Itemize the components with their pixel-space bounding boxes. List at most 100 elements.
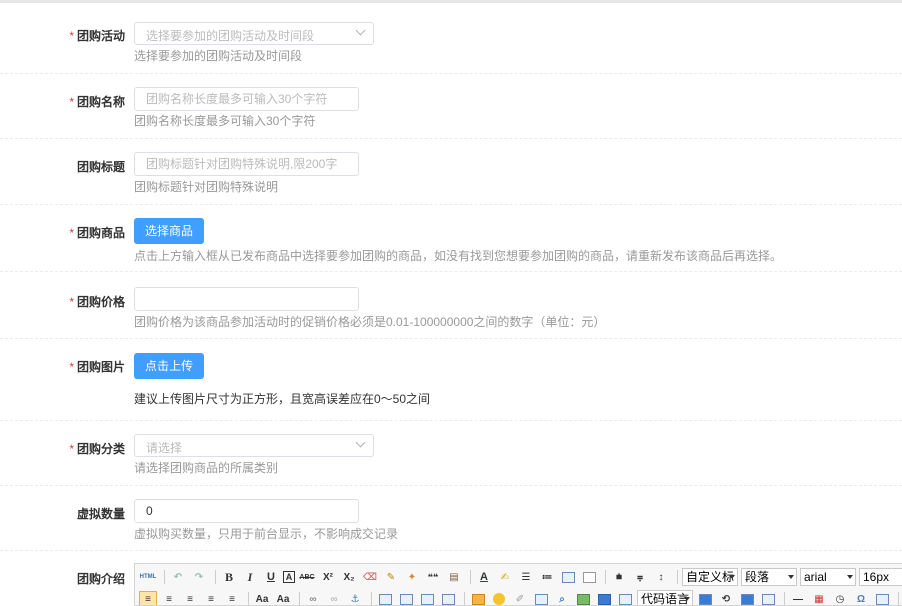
frame-box <box>618 593 632 605</box>
auto-format-icon[interactable]: ✦ <box>403 569 421 585</box>
font-family-select[interactable]: arial <box>800 568 856 586</box>
image-center-icon[interactable] <box>439 591 457 605</box>
video-box <box>534 593 548 605</box>
font-size-value: 16px <box>863 570 890 584</box>
subscript-icon[interactable]: X₂ <box>340 569 358 585</box>
price-input[interactable] <box>134 287 359 311</box>
bold-icon[interactable]: B <box>220 569 238 585</box>
link-icon[interactable]: ∞ <box>304 591 322 605</box>
superscript-icon[interactable]: X² <box>319 569 337 585</box>
search-replace-icon[interactable] <box>759 591 777 605</box>
line-height-icon[interactable]: ↕ <box>652 569 670 585</box>
indent-icon[interactable]: ≡ <box>139 591 157 605</box>
select-all-icon[interactable] <box>559 569 577 585</box>
activity-select[interactable]: 选择要参加的团购活动及时间段 <box>134 22 374 45</box>
custom-style-select[interactable]: 自定义标 <box>682 568 738 586</box>
ordered-list-icon[interactable]: ☰ <box>517 569 535 585</box>
goods-row: * 团购商品 选择商品 点击上方输入框从已发布商品中选择要参加团购的商品，如没有找… <box>0 205 902 272</box>
format-brush-icon[interactable]: ✎ <box>382 569 400 585</box>
text-direction-icon[interactable]: Aa <box>253 591 271 605</box>
align-justify-icon[interactable]: ≡ <box>223 591 241 605</box>
toolbar-row-1: HTML ↶ ↷ B I U A ABC X² X₂ ⌫ ✎ ✦ ❝❝ ▤ A … <box>135 566 902 588</box>
toolbar-separator <box>248 592 249 605</box>
italic-icon[interactable]: I <box>241 569 259 585</box>
paste-plain-icon[interactable]: ▤ <box>445 569 463 585</box>
toolbar-separator <box>784 592 785 605</box>
font-color-icon[interactable]: A <box>475 569 493 585</box>
background-icon[interactable] <box>738 591 756 605</box>
emotion-icon[interactable] <box>490 591 508 605</box>
clear-doc-box <box>582 571 596 583</box>
blockquote-icon[interactable]: ❝❝ <box>424 569 442 585</box>
strikethrough-icon[interactable]: ABC <box>298 569 316 585</box>
horizontal-rule-icon[interactable]: — <box>789 591 807 605</box>
page-break-icon[interactable] <box>696 591 714 605</box>
spechars-icon[interactable]: Ω <box>852 591 870 605</box>
code-language-value: 代码语言 <box>641 592 690 606</box>
title-input[interactable] <box>134 152 359 176</box>
redo-icon[interactable]: ↷ <box>190 569 208 585</box>
activity-hint: 选择要参加的团购活动及时间段 <box>134 49 303 63</box>
highlight-color-icon[interactable]: ✍ <box>496 569 514 585</box>
price-label: * 团购价格 <box>0 293 125 310</box>
image-float-left-icon[interactable] <box>397 591 415 605</box>
align-right-icon[interactable]: ≡ <box>202 591 220 605</box>
category-hint: 请选择团购商品的所属类别 <box>134 461 279 475</box>
date-icon[interactable]: ▦ <box>810 591 828 605</box>
required-mark: * <box>69 226 74 240</box>
code-language-select[interactable]: 代码语言 <box>637 590 693 606</box>
html-icon[interactable]: HTML <box>139 569 157 585</box>
paragraph-select[interactable]: 段落 <box>741 568 797 586</box>
price-row: * 团购价格 团购价格为该商品参加活动时的促销价格必须是0.01-10000000… <box>0 272 902 339</box>
category-select[interactable]: 请选择 <box>134 434 374 457</box>
underline-icon[interactable]: U <box>262 569 280 585</box>
image-float-none-icon[interactable] <box>376 591 394 605</box>
virtual-row: 虚拟数量 虚拟购买数量，只用于前台显示，不影响成交记录 <box>0 486 902 551</box>
eraser-icon[interactable]: ⌫ <box>361 569 379 585</box>
dropdown-arrow-icon <box>729 575 735 579</box>
price-hint: 团购价格为该商品参加活动时的促销价格必须是0.01-100000000之间的数字… <box>134 315 606 329</box>
float-box <box>420 593 434 605</box>
insert-video-icon[interactable] <box>532 591 550 605</box>
font-size-select[interactable]: 16px <box>859 568 902 586</box>
activity-select-placeholder: 选择要参加的团购活动及时间段 <box>146 29 315 43</box>
anchor-icon[interactable]: ⚓ <box>346 591 364 605</box>
attachment-icon[interactable]: ⌕ <box>553 591 571 605</box>
map-icon[interactable] <box>574 591 592 605</box>
gmap-icon[interactable] <box>595 591 613 605</box>
font-family-value: arial <box>804 570 827 584</box>
goods-label-text: 团购商品 <box>76 226 125 240</box>
toolbar-separator <box>470 570 471 584</box>
select-goods-button[interactable]: 选择商品 <box>134 218 205 244</box>
time-icon[interactable]: ◷ <box>831 591 849 605</box>
unordered-list-icon[interactable]: ≔ <box>538 569 556 585</box>
row-spacing-bottom-icon[interactable]: ⩦ <box>631 569 649 585</box>
toolbar-separator <box>299 592 300 605</box>
align-left-icon[interactable]: ≡ <box>160 591 178 605</box>
image-float-right-icon[interactable] <box>418 591 436 605</box>
template-icon[interactable]: ⟲ <box>717 591 735 605</box>
case-icon[interactable]: Aa <box>274 591 292 605</box>
name-input[interactable] <box>134 87 359 111</box>
activity-row: * 团购活动 选择要参加的团购活动及时间段 选择要参加的团购活动及时间段 <box>0 3 902 74</box>
virtual-quantity-input[interactable] <box>134 499 359 523</box>
align-center-icon[interactable]: ≡ <box>181 591 199 605</box>
unlink-icon[interactable]: ∞ <box>325 591 343 605</box>
undo-icon[interactable]: ↶ <box>169 569 187 585</box>
virtual-hint: 虚拟购买数量，只用于前台显示，不影响成交记录 <box>134 527 399 541</box>
float-box <box>378 593 392 605</box>
simple-upload-icon[interactable] <box>469 591 487 605</box>
insert-frame-icon[interactable] <box>616 591 634 605</box>
row-spacing-top-icon[interactable]: ⩧ <box>610 569 628 585</box>
wordimage-icon[interactable] <box>873 591 891 605</box>
dropdown-arrow-icon <box>788 575 794 579</box>
upload-button[interactable]: 点击上传 <box>134 353 205 379</box>
scrawl-icon[interactable]: ✐ <box>511 591 529 605</box>
float-box <box>441 593 455 605</box>
activity-label-text: 团购活动 <box>76 29 125 43</box>
clear-doc-icon[interactable] <box>580 569 598 585</box>
font-border-icon[interactable]: A <box>283 571 295 583</box>
select-all-box <box>561 571 575 583</box>
chevron-down-icon <box>355 437 366 448</box>
required-mark: * <box>69 95 74 109</box>
